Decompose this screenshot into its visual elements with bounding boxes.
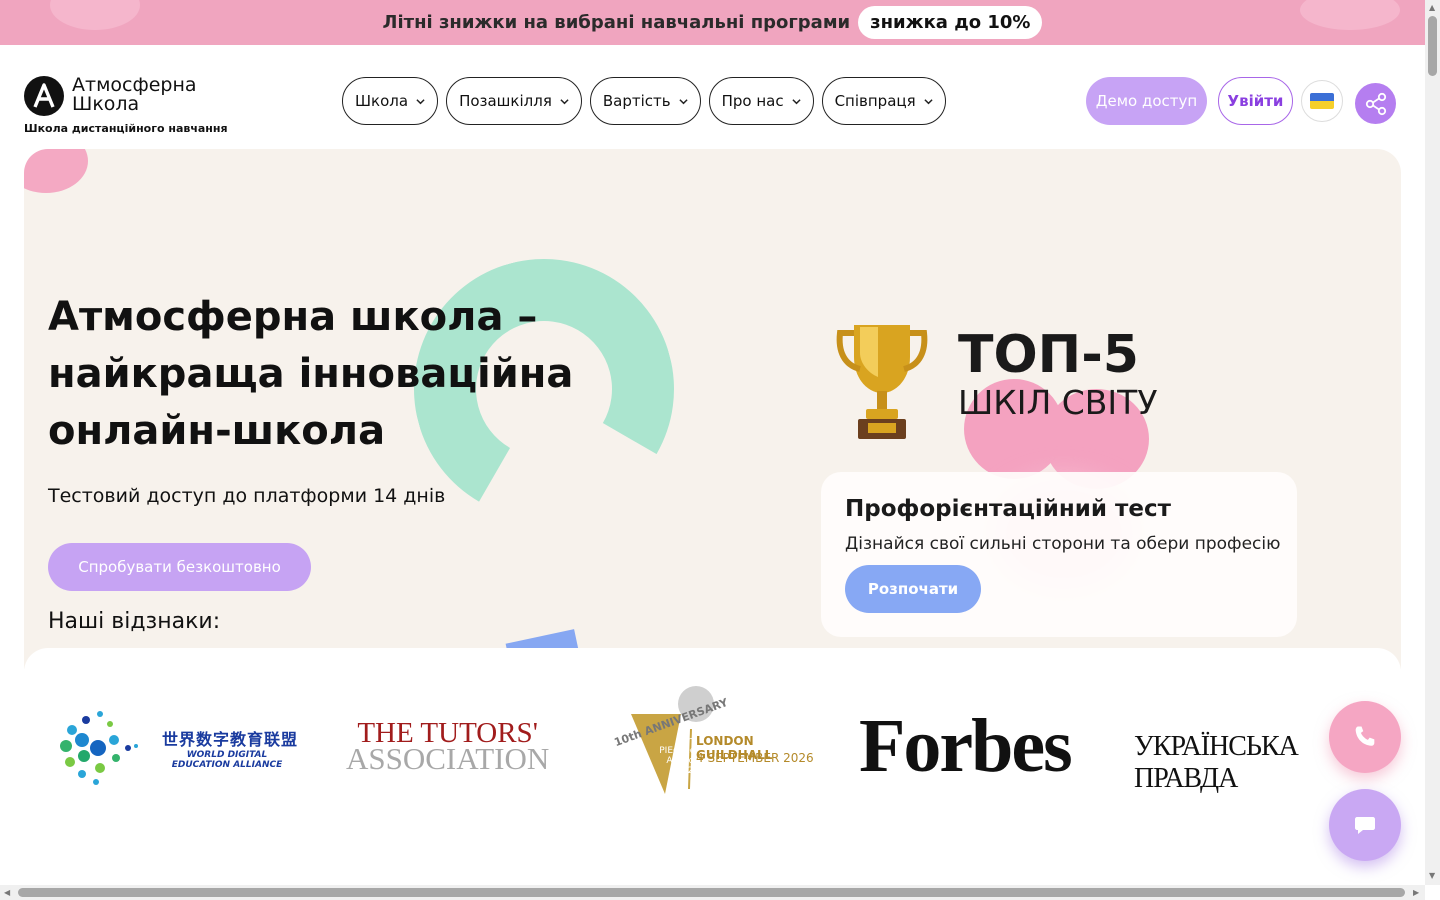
logo-mark-icon — [24, 76, 64, 116]
chat-icon — [1355, 817, 1375, 834]
card-title: Профорієнтаційний тест — [845, 496, 1171, 522]
share-icon — [1365, 92, 1386, 115]
language-selector[interactable] — [1301, 80, 1343, 122]
ukraine-flag-icon — [1310, 93, 1334, 109]
logo-subtitle: Школа дистанційного навчання — [24, 122, 228, 135]
nav-label: Співпраця — [834, 92, 916, 110]
logo-name: Атмосферна Школа — [72, 74, 197, 115]
top5-subtitle: ШКІЛ СВІТУ — [958, 383, 1158, 422]
promo-discount-badge: знижка до 10% — [858, 6, 1043, 39]
globe-dots-icon — [60, 711, 138, 785]
start-test-button[interactable]: Розпочати — [845, 565, 981, 613]
share-button[interactable] — [1355, 83, 1396, 124]
trophy-icon — [836, 325, 928, 439]
nav-label: Про нас — [721, 92, 784, 110]
hero-title: Атмосферна школа – найкраща інноваційна … — [48, 294, 574, 454]
vertical-scroll-thumb[interactable] — [1428, 16, 1437, 76]
scroll-up-arrow-icon[interactable]: ▲ — [1429, 4, 1435, 12]
nav-about[interactable]: Про нас — [708, 77, 814, 125]
pieoneer-awards-logo[interactable]: 10th ANNIVERSARY The PIEoneer Awards 202… — [601, 674, 831, 808]
pie-name: The PIEoneer Awards 2026 — [659, 736, 699, 776]
wdea-chinese: 世界数字教育联盟 — [162, 730, 299, 749]
main-nav: Школа Позашкілля Вартість Про нас Співпр… — [342, 77, 946, 125]
chevron-down-icon — [924, 98, 933, 104]
tutors-association-logo[interactable]: THE TUTORS' ASSOCIATION — [346, 719, 550, 776]
try-free-button[interactable]: Спробувати безкоштовно — [48, 543, 311, 591]
horizontal-scrollbar[interactable]: ◀ ▶ — [0, 885, 1425, 900]
nav-cooperation[interactable]: Співпраця — [821, 77, 946, 125]
nav-label: Вартість — [602, 92, 671, 110]
chat-button[interactable] — [1329, 789, 1401, 861]
card-description: Дізнайся свої сильні сторони та обери пр… — [845, 534, 1281, 554]
chevron-down-icon — [416, 98, 425, 104]
vertical-scrollbar[interactable]: ▲ ▼ — [1425, 0, 1440, 885]
nav-label: Позашкілля — [459, 92, 552, 110]
nav-pricing[interactable]: Вартість — [589, 77, 701, 125]
promo-text: Літні знижки на вибрані навчальні програ… — [382, 12, 851, 33]
wdea-english: WORLD DIGITAL EDUCATION ALLIANCE — [171, 750, 283, 770]
nav-school[interactable]: Школа — [342, 77, 439, 125]
nav-label: Школа — [355, 92, 409, 110]
demo-access-button[interactable]: Демо доступ — [1086, 77, 1207, 125]
call-button[interactable] — [1329, 701, 1401, 773]
awards-strip: 世界数字教育联盟 WORLD DIGITAL EDUCATION ALLIANC… — [24, 648, 1401, 888]
forbes-logo[interactable]: Forbes — [859, 706, 1073, 786]
career-test-card: Профорієнтаційний тест Дізнайся свої сил… — [821, 472, 1297, 637]
scroll-down-arrow-icon[interactable]: ▼ — [1429, 872, 1435, 880]
scroll-left-arrow-icon[interactable]: ◀ — [4, 889, 10, 897]
chevron-down-icon — [791, 98, 801, 104]
promo-banner[interactable]: Літні знижки на вибрані навчальні програ… — [0, 0, 1425, 45]
login-button[interactable]: Увійти — [1218, 77, 1293, 125]
tutors-line2: ASSOCIATION — [346, 741, 550, 776]
wdea-logo[interactable]: 世界数字教育联盟 WORLD DIGITAL EDUCATION ALLIANC… — [52, 700, 298, 796]
decor-shape — [24, 149, 88, 193]
nav-extracurricular[interactable]: Позашкілля — [446, 77, 582, 125]
awards-heading: Наші відзнаки: — [48, 609, 221, 634]
pie-date: 4 SEPTEMBER 2026 — [696, 751, 814, 765]
promo-decor — [50, 0, 140, 30]
phone-icon — [1355, 726, 1375, 746]
hero-section: Атмосферна школа – найкраща інноваційна … — [24, 149, 1401, 669]
scroll-right-arrow-icon[interactable]: ▶ — [1413, 889, 1419, 897]
site-logo[interactable]: Атмосферна Школа — [24, 76, 222, 116]
chevron-down-icon — [678, 98, 688, 104]
hero-subtitle: Тестовий доступ до платформи 14 днів — [48, 485, 446, 507]
horizontal-scroll-thumb[interactable] — [18, 888, 1405, 897]
promo-decor — [1300, 0, 1400, 30]
top5-title: ТОП-5 — [958, 325, 1139, 385]
chevron-down-icon — [560, 98, 569, 104]
